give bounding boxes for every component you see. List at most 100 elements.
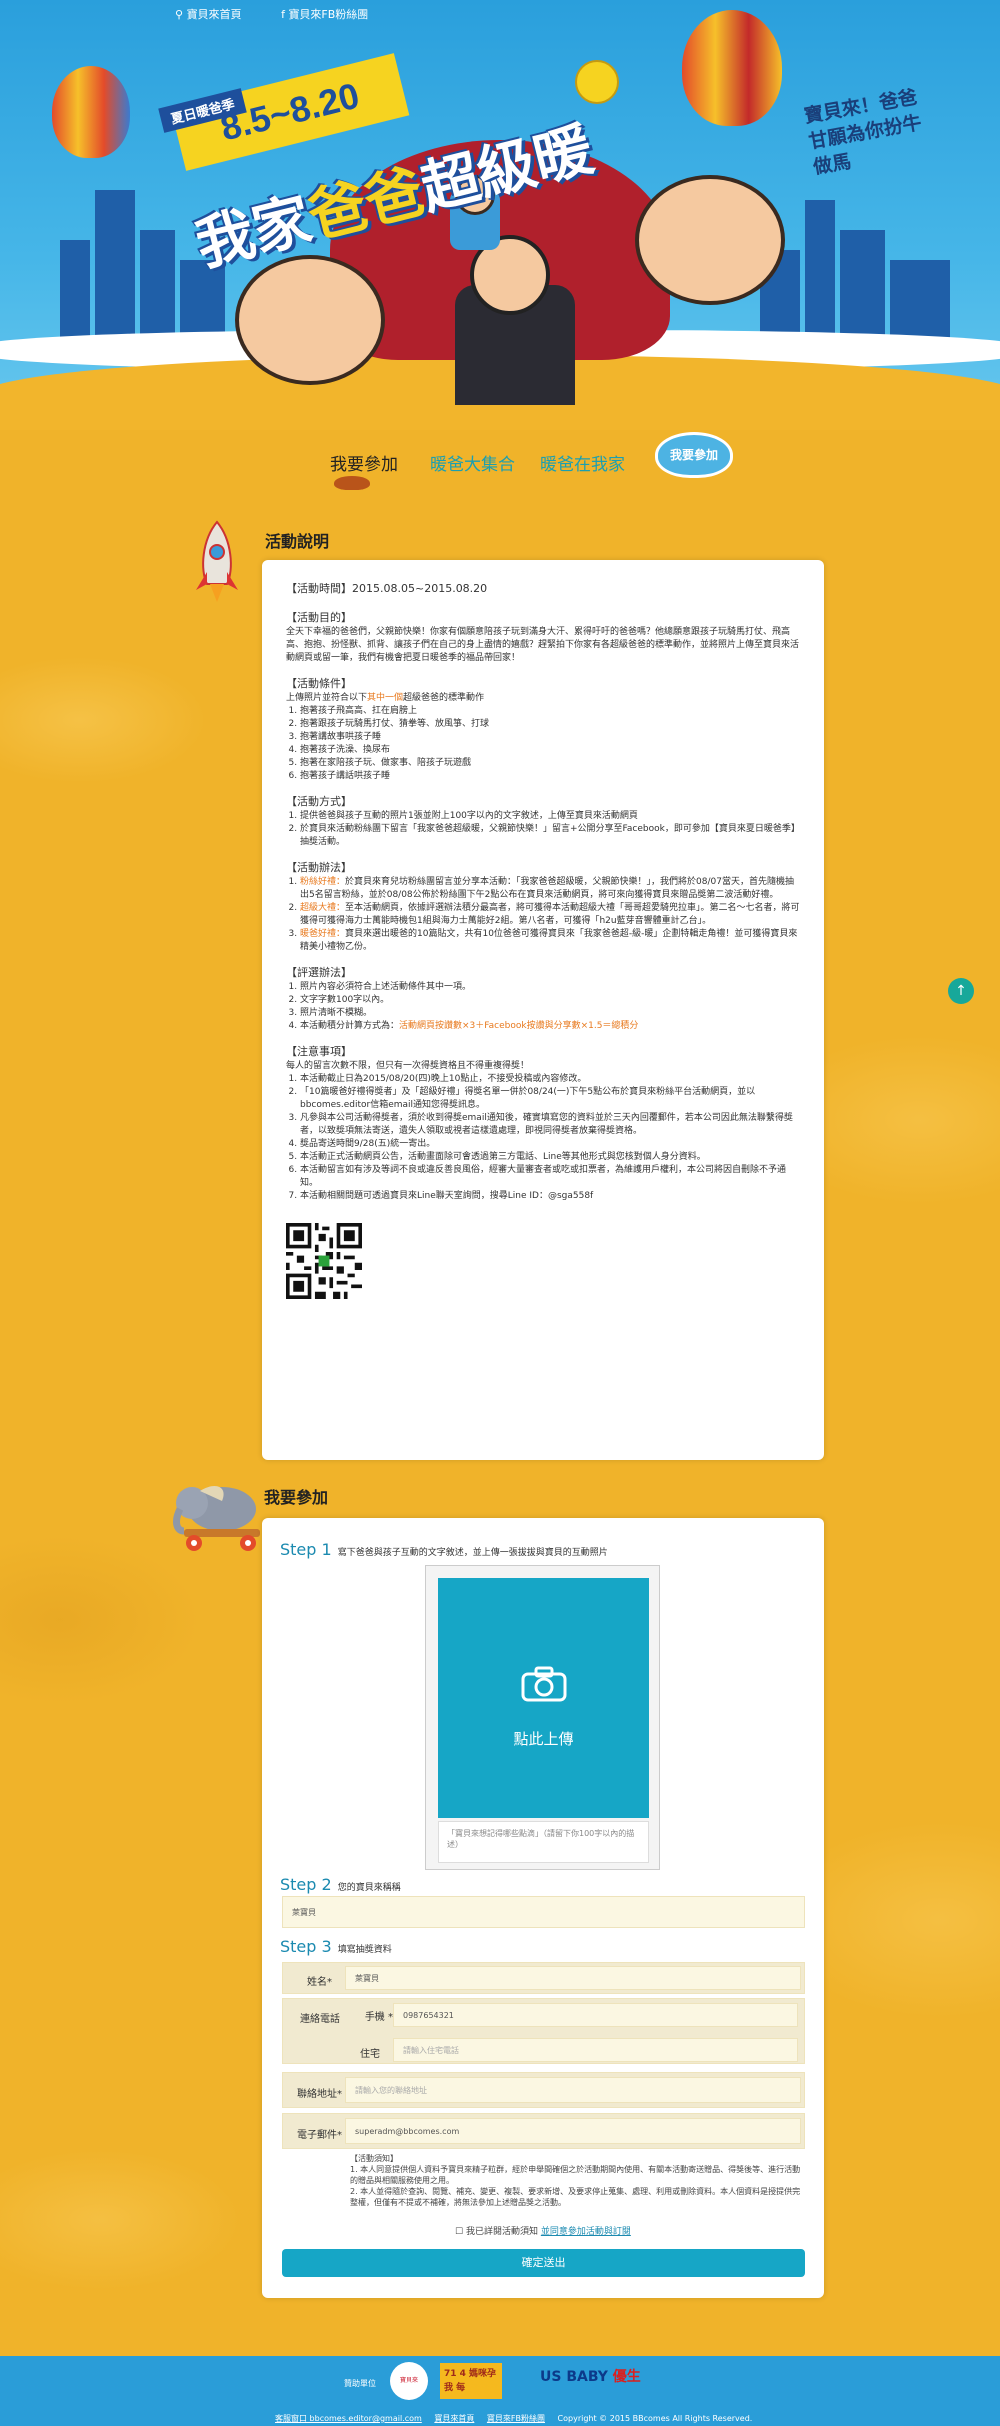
hero-banner: ⚲ 寶貝來首頁 f 寶貝來FB粉絲團 8.5~8.20 夏日暖爸季 我家爸爸超級…: [0, 0, 1000, 430]
notice-intro: 每人的留言次數不限，但只有一次得獎資格且不得重複得獎！: [286, 1061, 530, 1071]
list-item: 超級大禮：至本活動網頁，依據評選辦法積分最高者，將可獲得本活動超級大禮「哥哥超愛…: [300, 902, 800, 928]
prize-name: 暖爸好禮：: [300, 929, 346, 939]
list-item: 粉絲好禮：於寶貝來育兒坊粉絲團留言並分享本活動：「我家爸爸超級暖，父親節快樂！」…: [300, 876, 800, 902]
fist-left: [235, 255, 385, 385]
notice-heading: 【注意事項】: [286, 1045, 352, 1058]
fb-link[interactable]: f 寶貝來FB粉絲團: [281, 8, 386, 21]
story-textarea[interactable]: 「寶貝來想記得哪些點滴」（請留下你100字以內的描述）: [438, 1821, 649, 1863]
submit-button[interactable]: 確定送出: [282, 2249, 805, 2277]
step1-label: Step 1: [280, 1540, 332, 1559]
bird-join-button[interactable]: 我要參加: [655, 432, 733, 478]
step1-text: 寫下爸爸與孩子互動的文字敘述，並上傳一張拔拔與寶貝的互動照片: [337, 1548, 608, 1558]
notice-list: 本活動截止日為2015/08/20(四)晚上10點止，不接受投稿或內容修改。 「…: [286, 1073, 800, 1203]
list-item: 抱著孩子講話哄孩子睡: [300, 770, 800, 783]
name-label: 姓名*: [307, 1977, 332, 1988]
step1: Step 1 寫下爸爸與孩子互動的文字敘述，並上傳一張拔拔與寶貝的互動照片: [280, 1540, 608, 1559]
list-item: 本活動積分計算方式為：活動網頁按讚數×3＋Facebook按讚與分享數×1.5＝…: [300, 1020, 800, 1033]
contact-link[interactable]: 客服窗口 bbcomes.editor@gmail.com: [275, 2414, 422, 2423]
list-item: 抱著在家陪孩子玩、做家事、陪孩子玩遊戲: [300, 757, 800, 770]
rules-card: 【活動時間】2015.08.05~2015.08.20 【活動目的】 全天下幸福…: [262, 560, 824, 1460]
sponsor-logo-71: 71 4 媽咪孕 我 每: [440, 2363, 502, 2399]
list-item: 凡參與本公司活動得獎者，須於收到得獎email通知後，確實填寫您的資料並於三天內…: [300, 1112, 800, 1138]
email-input[interactable]: superadm@bbcomes.com: [345, 2118, 801, 2144]
list-item: 抱著跟孩子玩騎馬打仗、猜拳等、放風箏、打球: [300, 718, 800, 731]
step3-text: 填寫抽獎資料: [337, 1945, 392, 1955]
copyright: Copyright © 2015 BBcomes All Rights Rese…: [557, 2414, 753, 2423]
site-link-label: 寶貝來首頁: [186, 8, 242, 21]
top-links: ⚲ 寶貝來首頁 f 寶貝來FB粉絲團: [175, 6, 404, 22]
prize-name: 超級大禮：: [300, 903, 346, 913]
section-title-join: 我要參加: [264, 1488, 329, 1507]
step3-label: Step 3: [280, 1937, 332, 1956]
sponsor-logo-usbaby: US BABY 優生: [540, 2366, 641, 2386]
phone-label: 連絡電話: [300, 2014, 340, 2025]
judge-heading: 【評選辦法】: [286, 966, 352, 979]
name-input[interactable]: 萊寶貝: [345, 1966, 801, 1990]
agree-text: 我已詳閱活動須知: [465, 2227, 538, 2237]
prize-text: 至本活動網頁，依據評選辦法積分最高者，將可獲得本活動超級大禮「哥哥超愛騎兜拉車」…: [300, 903, 800, 926]
judge-list: 照片內容必須符合上述活動條件其中一項。 文字字數100字以內。 照片清晰不模糊。…: [286, 981, 800, 1033]
fb-link-label: 寶貝來FB粉絲團: [288, 8, 369, 21]
method-list: 提供爸爸與孩子互動的照片1張並附上100字以內的文字敘述，上傳至寶貝來活動網頁 …: [286, 810, 800, 849]
judge4-a: 本活動積分計算方式為：: [300, 1021, 400, 1031]
rocket-icon: [196, 520, 238, 602]
list-item: 暖爸好禮：寶貝來選出暖爸的10篇貼文，共有10位爸爸可獲得寶貝來「我家爸爸超-級…: [300, 928, 800, 954]
step2-label: Step 2: [280, 1875, 332, 1894]
home-phone-label: 住宅: [360, 2049, 380, 2060]
mobile-input[interactable]: 0987654321: [393, 2003, 798, 2027]
step2-text: 您的寶貝來稱稱: [337, 1883, 401, 1893]
hero-side-text: 寶貝來！爸爸甘願為你扮牛做馬: [802, 86, 924, 179]
list-item: 抱著孩子飛高高、扛在肩膀上: [300, 705, 800, 718]
site-link[interactable]: ⚲ 寶貝來首頁: [175, 8, 260, 21]
nickname-input[interactable]: 萊寶貝: [282, 1896, 805, 1928]
email-label: 電子郵件*: [297, 2130, 342, 2141]
purpose-text: 全天下幸福的爸爸們，父親節快樂！你家有個願意陪孩子玩到滿身大汗、累得吁吁的爸爸嗎…: [286, 627, 800, 663]
building: [840, 230, 885, 350]
home-phone-input[interactable]: 請輸入住宅電話: [393, 2038, 798, 2062]
nav-join[interactable]: 我要參加: [330, 450, 398, 475]
conditions-intro: 上傳照片並符合以下其中一個超級爸爸的標準動作: [286, 692, 800, 705]
nav-home[interactable]: 暖爸在我家: [540, 450, 625, 475]
conditions-heading: 【活動條件】: [286, 677, 352, 690]
list-item: 本活動正式活動網頁公告，活動畫面除可會透過第三方電話、Line等其他形式與您核對…: [300, 1151, 800, 1164]
list-item: 提供爸爸與孩子互動的照片1張並附上100字以內的文字敘述，上傳至寶貝來活動網頁: [300, 810, 800, 823]
list-item: 文字字數100字以內。: [300, 994, 800, 1007]
sponsor-logo-bbcomes: 寶貝來: [390, 2362, 428, 2400]
nav-gallery[interactable]: 暖爸大集合: [430, 450, 515, 475]
address-input[interactable]: 請輸入您的聯絡地址: [345, 2077, 801, 2103]
list-item: 照片清晰不模糊。: [300, 1007, 800, 1020]
agree-checkbox[interactable]: ☐: [455, 2227, 463, 2237]
method-heading: 【活動方式】: [286, 795, 352, 808]
list-item: 本活動相關問題可透過寶貝來Line聯天室詢問，搜尋Line ID：@sga558…: [300, 1190, 800, 1203]
purpose-heading: 【活動目的】: [286, 611, 352, 624]
prize-text: 寶貝來選出暖爸的10篇貼文，共有10位爸爸可獲得寶貝來「我家爸爸超-級-暖」企劃…: [300, 929, 798, 952]
footer-fb-link[interactable]: 寶貝來FB粉絲團: [487, 2414, 545, 2423]
prize-text: 於寶貝來育兒坊粉絲團留言並分享本活動：「我家爸爸超級暖，父親節快樂！」，我們將於…: [300, 877, 794, 900]
upload-panel: 點此上傳 「寶貝來想記得哪些點滴」（請留下你100字以內的描述）: [425, 1565, 660, 1870]
building: [805, 200, 835, 350]
list-item: 照片內容必須符合上述活動條件其中一項。: [300, 981, 800, 994]
cond-intro-a: 上傳照片並符合以下: [286, 693, 368, 703]
fist-right: [635, 175, 785, 305]
section-title-rules: 活動說明: [265, 532, 330, 551]
agree-link[interactable]: 並同意參加活動與訂閱: [541, 2227, 631, 2237]
balloon-icon: [682, 10, 782, 126]
terms-notice: 【活動須知】 1. 本人同意提供個人資料予寶貝來精子粒群，經於申舉間確個之於活動…: [350, 2153, 805, 2208]
conditions-list: 抱著孩子飛高高、扛在肩膀上 抱著跟孩子玩騎馬打仗、猜拳等、放風箏、打球 抱著講故…: [286, 705, 800, 783]
step3: Step 3 填寫抽獎資料: [280, 1937, 392, 1956]
list-item: 抱著講故事哄孩子睡: [300, 731, 800, 744]
prize-heading: 【活動辦法】: [286, 861, 352, 874]
cond-intro-hl: 其中一個: [367, 693, 404, 703]
mustache-icon: [334, 476, 370, 490]
list-item: 本活動截止日為2015/08/20(四)晚上10點止，不接受投稿或內容修改。: [300, 1073, 800, 1086]
list-item: 獎品寄送時間9/28(五)統一寄出。: [300, 1138, 800, 1151]
address-label: 聯絡地址*: [297, 2089, 342, 2100]
judge4-hl: 活動網頁按讚數×3＋Facebook按讚與分享數×1.5＝總積分: [399, 1021, 639, 1031]
arrow-up-icon: ↑: [955, 983, 967, 999]
footer-home-link[interactable]: 寶貝來首頁: [434, 2414, 474, 2423]
photo-upload-button[interactable]: 點此上傳: [438, 1578, 649, 1818]
back-to-top-button[interactable]: ↑: [948, 978, 974, 1004]
elephant-toy-icon: [173, 1486, 260, 1551]
step2: Step 2 您的寶貝來稱稱: [280, 1875, 401, 1894]
agree-row: ☐ 我已詳閱活動須知 並同意參加活動與訂閱: [455, 2224, 631, 2237]
